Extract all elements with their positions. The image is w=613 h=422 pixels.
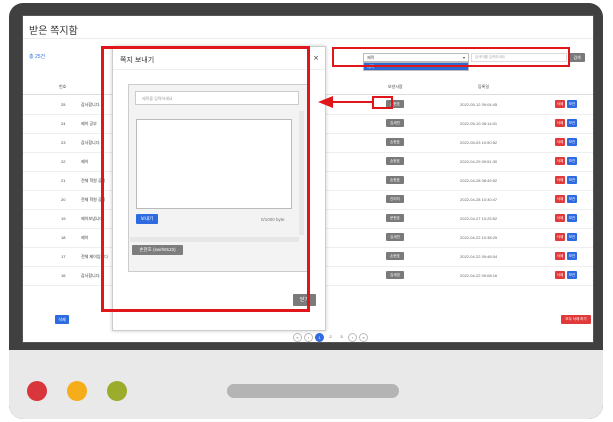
row-date: 2022-04-27 10:25:52 (460, 216, 498, 221)
row-delete-button[interactable]: 삭제 (555, 138, 565, 146)
delete-all-button[interactable]: 모두 삭제 하기 (561, 315, 591, 324)
row-keep-button[interactable]: 보관 (567, 233, 577, 241)
row-number: 16 (61, 273, 66, 278)
row-keep-button[interactable]: 보관 (567, 138, 577, 146)
column-header-date: 등록일 (478, 84, 490, 89)
row-number: 22 (61, 159, 66, 164)
close-icon[interactable]: × (313, 54, 319, 62)
row-subject[interactable]: 제이 (81, 159, 88, 165)
row-keep-button[interactable]: 보관 (567, 195, 577, 203)
red-dot-icon (27, 381, 47, 401)
page-title: 받은 쪽지함 (29, 26, 78, 37)
pagination: « ‹ 1 2 3 › » (293, 333, 368, 342)
prev-page-button[interactable]: ‹ (304, 333, 313, 342)
row-keep-button[interactable]: 보관 (567, 252, 577, 260)
row-delete-button[interactable]: 삭제 (555, 233, 565, 241)
row-number: 23 (61, 140, 66, 145)
page-1-button[interactable]: 1 (315, 333, 324, 342)
row-date: 2022-05-03 10:50:52 (460, 140, 498, 145)
row-number: 20 (61, 197, 66, 202)
title-divider (23, 38, 593, 39)
row-date: 2022-04-28 08:49:52 (460, 178, 498, 183)
row-number: 24 (61, 121, 66, 126)
row-number: 19 (61, 216, 66, 221)
highlight-arrow-line (333, 101, 373, 103)
row-subject[interactable]: 제이 (81, 235, 88, 241)
highlight-search-box (332, 47, 570, 67)
row-sender-button[interactable]: 손현호 (386, 252, 404, 260)
row-keep-button[interactable]: 보관 (567, 100, 577, 108)
row-delete-button[interactable]: 삭제 (555, 176, 565, 184)
row-delete-button[interactable]: 삭제 (555, 214, 565, 222)
row-sender-button[interactable]: 문현호 (386, 214, 404, 222)
yellow-dot-icon (67, 381, 87, 401)
row-number: 18 (61, 235, 66, 240)
green-dot-icon (107, 381, 127, 401)
row-number: 25 (61, 102, 66, 107)
row-date: 2022-04-29 09:51:30 (460, 159, 498, 164)
row-delete-button[interactable]: 삭제 (555, 252, 565, 260)
next-page-button[interactable]: › (348, 333, 357, 342)
row-subject[interactable]: 감사합니다. (81, 273, 101, 279)
arrow-left-icon (318, 96, 333, 108)
row-date: 2022-04-22 10:38:25 (460, 235, 498, 240)
row-subject[interactable]: 제이보냅니다 (81, 216, 103, 222)
row-keep-button[interactable]: 보관 (567, 157, 577, 165)
row-keep-button[interactable]: 보관 (567, 214, 577, 222)
row-number: 21 (61, 178, 66, 183)
row-subject[interactable]: 제이 공부 (81, 121, 97, 127)
row-delete-button[interactable]: 삭제 (555, 157, 565, 165)
row-sender-button[interactable]: 김세영 (386, 271, 404, 279)
row-subject[interactable]: 감사합니다. (81, 140, 101, 146)
row-sender-button[interactable]: 손현호 (386, 138, 404, 146)
row-sender-button[interactable]: 손현호 (386, 176, 404, 184)
row-keep-button[interactable]: 보관 (567, 271, 577, 279)
page-3-button[interactable]: 3 (337, 333, 346, 342)
row-delete-button[interactable]: 삭제 (555, 271, 565, 279)
total-count: 총 25건 (29, 54, 46, 60)
bezel-bar (227, 384, 399, 398)
search-button[interactable]: 검색 (569, 53, 585, 62)
highlight-sender-box (372, 96, 393, 109)
row-sender-button[interactable]: 김세연 (386, 119, 404, 127)
row-subject[interactable]: 감사합니다. (81, 102, 101, 108)
column-header-sender: 보낸사람 (388, 84, 403, 89)
last-page-button[interactable]: » (359, 333, 368, 342)
row-sender-button[interactable]: 김세연 (386, 233, 404, 241)
row-keep-button[interactable]: 보관 (567, 119, 577, 127)
row-date: 2022-05-10 08:14:01 (460, 121, 498, 126)
highlight-modal-box (101, 46, 310, 312)
first-page-button[interactable]: « (293, 333, 302, 342)
row-delete-button[interactable]: 삭제 (555, 195, 565, 203)
page-2-button[interactable]: 2 (326, 333, 335, 342)
row-date: 2022-05-12 09:04:45 (460, 102, 498, 107)
row-date: 2022-04-22 09:48:04 (460, 254, 498, 259)
row-date: 2022-04-28 10:30:47 (460, 197, 498, 202)
row-date: 2022-04-22 09:08:16 (460, 273, 498, 278)
row-number: 17 (61, 254, 66, 259)
delete-selected-button[interactable]: 삭제 (55, 315, 69, 324)
row-sender-button[interactable]: 관리자 (386, 195, 404, 203)
row-delete-button[interactable]: 삭제 (555, 119, 565, 127)
row-keep-button[interactable]: 보관 (567, 176, 577, 184)
row-sender-button[interactable]: 손현호 (386, 157, 404, 165)
column-header-number: 번호 (59, 84, 67, 89)
row-delete-button[interactable]: 삭제 (555, 100, 565, 108)
